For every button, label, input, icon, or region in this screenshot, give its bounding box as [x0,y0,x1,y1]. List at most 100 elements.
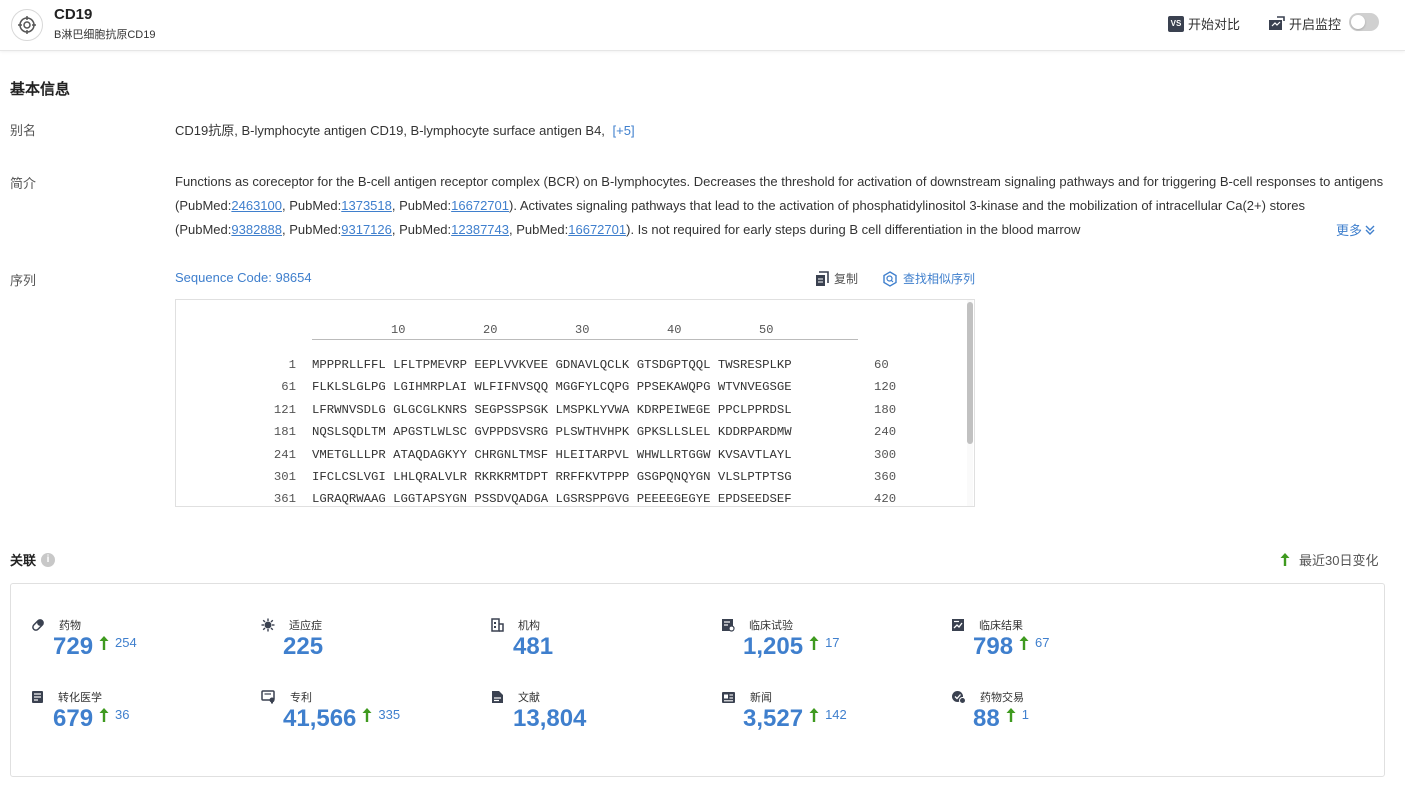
monitor-icon [1269,16,1285,30]
alias-label: 别名 [10,123,37,138]
pubmed-link[interactable]: 9317126 [341,222,392,237]
clinical-trial-icon [721,618,741,632]
stat-value[interactable]: 798 67 [973,633,1050,661]
stat-label: 临床结果 [951,617,1023,633]
target-icon [11,9,43,41]
monitor-button[interactable]: 开启监控 [1268,14,1341,33]
compare-label: 开始对比 [1188,17,1241,32]
find-similar-button[interactable]: 查找相似序列 [882,270,975,287]
sequence-code: Sequence Code: 98654 [175,270,312,285]
stat-number[interactable]: 729 [53,633,93,661]
row-residues: LFRWNVSDLG GLGCGLKNRS SEGPSSPSGK LMSPKLY… [312,402,792,417]
row-start-index: 121 [273,402,296,417]
stat-delta-value: 335 [378,707,401,722]
stat-value[interactable]: 225 [283,633,323,661]
row-end-index: 240 [874,425,897,440]
stat-value[interactable]: 481 [513,633,553,661]
stat-value[interactable]: 729 254 [53,633,137,661]
intro-segment: , PubMed: [509,222,569,237]
up-arrow-icon [99,708,109,722]
stat-number[interactable]: 481 [513,633,553,661]
stat-value[interactable]: 88 1 [973,705,1029,733]
association-title: 关联 i [10,550,56,569]
row-end-index: 360 [874,470,897,484]
pubmed-link[interactable]: 16672701 [451,198,509,213]
alias-text: CD19抗原, B-lymphocyte antigen CD19, B-lym… [175,123,605,138]
stat-number[interactable]: 3,527 [743,705,803,733]
stat-number[interactable]: 679 [53,705,93,733]
copy-button[interactable]: 复制 [815,270,858,287]
recent-change-label: 最近30日变化 [1299,553,1379,568]
pubmed-link[interactable]: 2463100 [231,198,282,213]
stat-value[interactable]: 13,804 [513,705,586,733]
row-end-index: 120 [874,380,897,395]
stat-label-text: 药物交易 [980,692,1024,704]
sequence-viewer[interactable]: 10 20 30 40 50 1 MPPPRLLFFL LFLTPMEVRP EEPLVV… [175,299,975,507]
stat-number[interactable]: 225 [283,633,323,661]
ruler-tick: 30 [575,323,590,337]
stat-label-text: 临床结果 [979,620,1023,632]
association-title-text: 关联 [10,553,37,568]
basic-info-title: 基本信息 [10,81,71,98]
building-icon [491,618,510,632]
up-arrow-icon [1019,636,1029,650]
stat-label-text: 文献 [518,692,540,704]
row-residues: VMETGLLLPR ATAQDAGKYY CHRGNLTMSF HLEITAR… [312,447,792,462]
up-arrow-icon [1006,708,1016,722]
stat-delta-value: 67 [1035,635,1050,650]
stat-value[interactable]: 41,566 335 [283,705,400,733]
pubmed-link[interactable]: 1373518 [341,198,392,213]
stat-label: 文献 [491,689,540,705]
copy-icon [816,270,829,286]
stat-label: 药物交易 [951,689,1024,705]
alias-more-link[interactable]: [+5] [613,123,635,138]
stat-delta-value: 36 [115,707,130,722]
stat-delta: 36 [99,707,130,722]
virus-icon [261,618,281,632]
stat-number[interactable]: 88 [973,705,1000,733]
stat-number[interactable]: 41,566 [283,705,356,733]
row-end-index: 60 [874,358,889,372]
up-arrow-icon [1280,553,1290,566]
stat-delta-value: 1 [1021,707,1029,722]
stat-label: 转化医学 [31,689,102,705]
sequence-scrollbar[interactable] [967,300,973,506]
find-similar-label: 查找相似序列 [903,272,976,286]
stat-number[interactable]: 798 [973,633,1013,661]
row-start-index: 61 [281,380,296,395]
page-title: CD19 [54,6,93,23]
monitor-toggle[interactable] [1349,13,1379,31]
intro-segment: ). Is not required for early steps durin… [626,222,1081,237]
pubmed-link[interactable]: 12387743 [451,222,509,237]
stat-label: 药物 [31,617,81,633]
stat-number[interactable]: 1,205 [743,633,803,661]
row-residues: NQSLSQDLTM APGSTLWLSC GVPPDSVSRG PLSWTHV… [312,425,792,440]
row-start-index: 361 [273,492,296,507]
stat-label: 专利 [261,689,312,705]
compare-button[interactable]: VS 开始对比 [1168,14,1240,33]
more-button[interactable]: 更多 [1316,220,1377,239]
copy-label: 复制 [834,272,859,286]
info-icon[interactable]: i [41,552,56,567]
ruler-tick: 20 [483,323,498,337]
intro-segment: , PubMed: [282,198,342,213]
more-label: 更多 [1336,223,1363,238]
double-chevron-down-icon [1365,225,1375,235]
scrollbar-thumb[interactable] [967,302,973,444]
pubmed-link[interactable]: 9382888 [231,222,282,237]
up-arrow-icon [362,708,372,722]
stat-value[interactable]: 679 36 [53,705,130,733]
stat-label: 临床试验 [721,617,793,633]
stat-value[interactable]: 3,527 142 [743,705,847,733]
translational-icon [31,690,50,704]
stat-number[interactable]: 13,804 [513,705,586,733]
clinical-result-icon [951,618,971,632]
sequence-label: 序列 [10,273,37,288]
stat-value[interactable]: 1,205 17 [743,633,840,661]
news-icon [721,691,742,704]
deal-icon [951,690,972,704]
stat-delta: 67 [1019,635,1050,650]
pubmed-link[interactable]: 16672701 [568,222,626,237]
vs-icon: VS [1168,15,1184,32]
up-arrow-icon [809,636,819,650]
